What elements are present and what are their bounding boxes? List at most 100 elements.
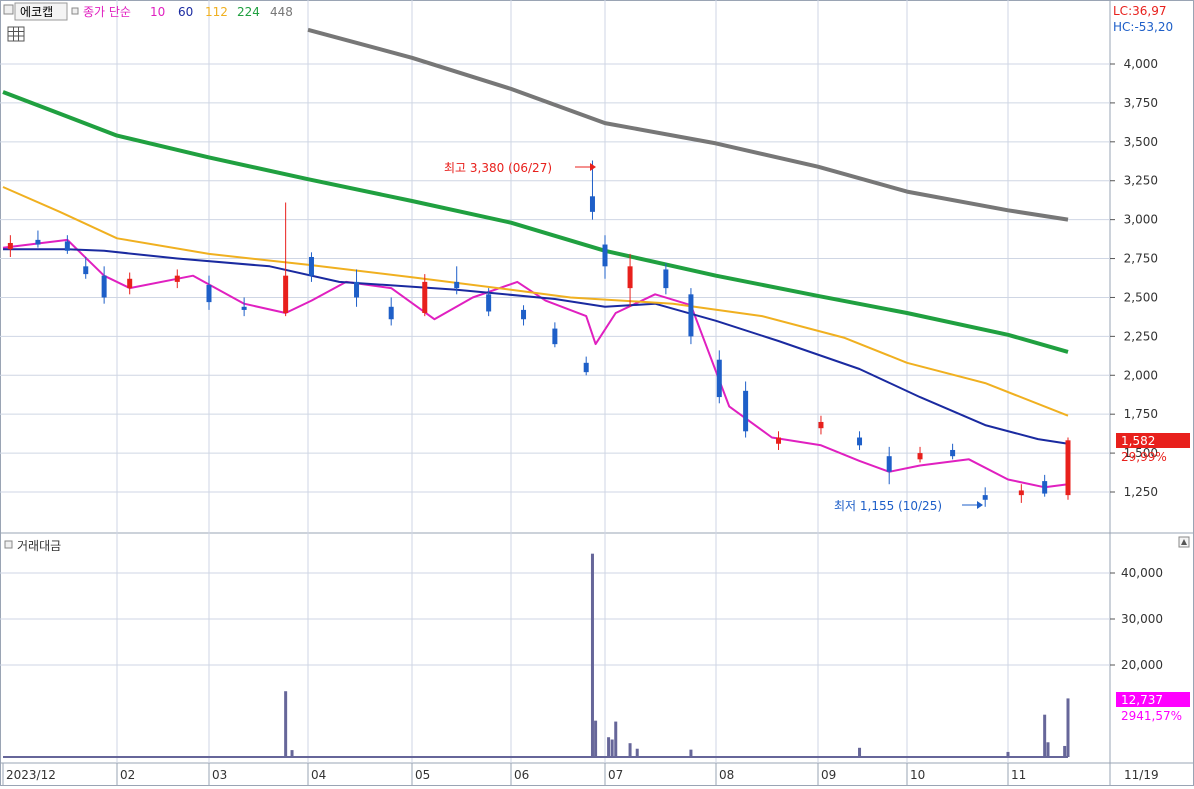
price-tick-label: 2,500 [1124,290,1158,304]
volume-panel-title: 거래대금 [17,539,61,553]
ma-period-224[interactable]: 224 [237,5,260,19]
candle-body [818,421,824,429]
candle-body [857,437,863,446]
ma-label: 종가 단순 [83,5,131,19]
candles [7,160,1071,507]
ma-period-112[interactable]: 112 [205,5,228,19]
candle-body [64,241,70,251]
candle-body [283,275,289,314]
volume-bar [635,748,639,757]
candle-body [354,281,360,298]
ma-menu-icon[interactable] [71,7,79,15]
volume-tick-label: 40,000 [1121,566,1163,580]
candle-body [83,266,89,275]
volume-bar [858,747,862,757]
price-tick-label: 3,000 [1124,213,1158,227]
candle-body [241,306,247,310]
candle-body [1065,440,1071,496]
x-tick-label: 10 [910,768,925,782]
x-label-last-date: 11/19 [1124,768,1159,782]
hc-value: HC:-53,20 [1113,20,1173,34]
candle-body [716,359,722,398]
candle-body [206,285,212,303]
ma-period-60[interactable]: 60 [178,5,193,19]
volume-bar [628,743,632,757]
price-tick-label: 1,250 [1124,485,1158,499]
axis-labels: 1,2501,5001,7502,0002,2502,5002,7503,000… [2,57,1163,786]
candle-body [589,196,595,212]
price-tick-label: 4,000 [1124,57,1158,71]
stock-chart: 1,250 1,500 1,750 2,000 2,250 2,500 2,750 3,000… [0,0,1194,786]
ma-line-112 [2,186,1069,417]
volume-bar [614,721,618,757]
volume-bars [3,553,1070,758]
grid-table-icon[interactable] [7,26,25,42]
volume-badge-pct: 2941,57% [1121,709,1182,723]
name-button-label: 에코캡 [20,5,53,19]
candle-body [950,449,956,457]
candle-body [776,437,782,444]
volume-bar [290,750,294,757]
candle-body [422,281,428,314]
volume-bar [1063,745,1067,757]
x-tick-label: 06 [514,768,529,782]
candle-body [454,281,460,289]
candle-body [388,306,394,320]
volume-badge-value: 12,737 [1121,693,1163,707]
candle-body [1018,490,1024,496]
menu-icon[interactable] [3,4,14,15]
ma-period-10[interactable]: 10 [150,5,165,19]
low-arrow-head [977,501,983,509]
x-tick-label: 05 [415,768,430,782]
price-tick-label: 3,500 [1124,135,1158,149]
candle-body [101,275,107,298]
price-tick-label: 2,750 [1124,252,1158,266]
price-tick-label: 3,250 [1124,174,1158,188]
volume-bar [607,737,611,757]
x-tick-label: 08 [719,768,734,782]
candle-body [583,362,589,373]
candle-body [602,244,608,267]
candle-body [917,453,923,460]
volume-bar [689,749,693,757]
ma-period-448[interactable]: 448 [270,5,293,19]
price-tick-label: 1,750 [1124,407,1158,421]
candle-body [174,275,180,282]
candle-body [982,495,988,500]
high-arrow-head [590,163,596,171]
candle-body [552,328,558,345]
candle-body [663,269,669,289]
volume-menu-icon[interactable] [4,540,13,549]
price-badge-value: 1,582 [1121,434,1155,448]
candle-body [688,294,694,337]
candle-body [1042,481,1048,494]
candle-body [743,390,749,432]
volume-bar [1046,742,1050,757]
candle-body [521,309,527,320]
volume-tick-label: 30,000 [1121,612,1163,626]
candle-body [127,278,133,289]
volume-bar [610,739,614,757]
volume-bar [1043,714,1047,757]
volume-bar [590,553,594,757]
high-annotation: 최고 3,380 (06/27) [444,161,552,175]
grid [0,0,1110,763]
x-tick-label: 11 [1011,768,1026,782]
volume-bar [1066,698,1070,757]
low-annotation: 최저 1,155 (10/25) [834,499,942,513]
volume-bar [594,720,598,757]
price-tick-label: 2,250 [1124,329,1158,343]
candle-body [486,294,492,312]
price-badge-pct: 29,99% [1121,450,1167,464]
candle-body [886,456,892,472]
x-tick-label: 07 [608,768,623,782]
candle-body [308,256,314,276]
price-tick-label: 2,000 [1124,368,1158,382]
candle-body [7,242,13,250]
volume-tick-label: 20,000 [1121,658,1163,672]
x-tick-label: 03 [212,768,227,782]
x-tick-label: 09 [821,768,836,782]
chart-svg: 1,2501,5001,7502,0002,2502,5002,7503,000… [0,0,1194,786]
ma-line-448 [307,27,1069,222]
price-tick-label: 3,750 [1124,96,1158,110]
